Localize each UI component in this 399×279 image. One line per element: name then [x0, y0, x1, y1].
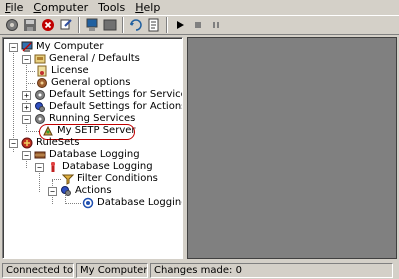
- tree-item-label: Default Settings for Services: [49, 89, 183, 100]
- options-icon: [37, 78, 47, 88]
- toolbar-separator: [166, 17, 168, 33]
- tree-item-filter-conditions[interactable]: Filter Conditions: [62, 173, 158, 185]
- gear-button[interactable]: [3, 17, 20, 34]
- tree-item-ruleset-database-logging[interactable]: − Database Logging: [22, 149, 140, 161]
- tree-item-default-services[interactable]: + Default Settings for Services: [22, 89, 183, 101]
- stop-icon: [194, 22, 201, 28]
- status-bar: Connected to: My Computer Changes made: …: [0, 261, 399, 279]
- tree-item-default-actions[interactable]: + Default Settings for Actions: [22, 101, 183, 113]
- expand-toggle[interactable]: +: [22, 90, 31, 100]
- db-logging-icon: [34, 151, 46, 159]
- tree-item-general-options[interactable]: General options: [36, 77, 130, 89]
- tree-item-action-database-logging[interactable]: Database Logging: [82, 197, 183, 209]
- tools-icon: [60, 19, 72, 30]
- tree-item-general-defaults[interactable]: − General / Defaults: [22, 53, 140, 65]
- save-button[interactable]: [21, 17, 38, 34]
- collapse-toggle[interactable]: −: [9, 138, 18, 148]
- collapse-toggle[interactable]: −: [35, 162, 44, 172]
- window-icon: [103, 19, 116, 31]
- tree-item-label: Actions: [75, 185, 112, 196]
- tree-connector: [65, 203, 81, 204]
- general-icon: [34, 54, 46, 64]
- tree-item-rulesets[interactable]: − RuleSets: [9, 137, 79, 149]
- services-icon: [35, 114, 45, 124]
- rulesets-icon: [21, 137, 33, 149]
- toolbar: [0, 15, 399, 35]
- tree-connector: [26, 83, 35, 84]
- tree-item-label: Database Logging: [62, 161, 153, 172]
- collapse-toggle[interactable]: −: [48, 186, 57, 196]
- computer-button[interactable]: [83, 17, 100, 34]
- collapse-toggle[interactable]: −: [9, 42, 18, 52]
- menu-tools-label: Tools: [98, 0, 126, 14]
- save-icon: [23, 19, 36, 31]
- tree-panel: − My Computer − General / Defaults Licen…: [2, 37, 183, 259]
- tree-item-label: Database Logging: [97, 197, 183, 208]
- menu-computer[interactable]: Computer: [28, 1, 93, 15]
- rule-icon: [51, 162, 55, 172]
- tree-item-license[interactable]: License: [36, 65, 89, 77]
- tree-connector: [26, 71, 35, 72]
- play-button[interactable]: [171, 17, 188, 34]
- filter-icon: [62, 174, 74, 185]
- tree-connector: [26, 131, 39, 132]
- pause-icon: [212, 22, 219, 28]
- tree-item-label: Filter Conditions: [77, 173, 158, 184]
- properties-button[interactable]: [145, 17, 162, 34]
- tree-item-label: General options: [51, 77, 131, 88]
- refresh-button[interactable]: [127, 17, 144, 34]
- tree-item-label: RuleSets: [36, 137, 80, 148]
- toolbar-separator: [122, 17, 124, 33]
- menu-help[interactable]: Help: [130, 1, 165, 15]
- pause-button[interactable]: [207, 17, 224, 34]
- menu-computer-label: Computer: [33, 0, 89, 14]
- status-connected-label: Connected to:: [2, 262, 74, 278]
- gear-icon: [5, 19, 18, 31]
- tree-item-label: My Computer: [36, 41, 104, 52]
- window-button[interactable]: [101, 17, 118, 34]
- menu-help-label: Help: [135, 0, 161, 14]
- collapse-toggle[interactable]: −: [22, 54, 31, 64]
- menu-file[interactable]: File: [0, 1, 28, 15]
- play-icon: [176, 21, 184, 29]
- properties-icon: [148, 18, 158, 32]
- computer-icon: [86, 18, 97, 31]
- expand-toggle[interactable]: +: [22, 102, 31, 112]
- menu-bar: File Computer Tools Help: [0, 0, 399, 15]
- delete-icon: [41, 19, 54, 31]
- tree-connector: [52, 179, 61, 180]
- services-icon: [35, 90, 45, 100]
- license-icon: [37, 65, 47, 77]
- menu-tools[interactable]: Tools: [93, 1, 130, 15]
- actions-icon: [35, 102, 45, 112]
- refresh-icon: [129, 19, 142, 31]
- collapse-toggle[interactable]: −: [22, 114, 31, 124]
- tree-item-label: Default Settings for Actions: [49, 101, 183, 112]
- tree-item-my-computer[interactable]: − My Computer: [9, 41, 103, 53]
- stop-button[interactable]: [189, 17, 206, 34]
- menu-file-label: File: [5, 0, 24, 14]
- status-connected-value: My Computer: [76, 262, 148, 278]
- actions-icon: [61, 186, 71, 196]
- tree-item-actions[interactable]: − Actions: [48, 185, 112, 197]
- tools-button[interactable]: [57, 17, 74, 34]
- collapse-toggle[interactable]: −: [22, 150, 31, 160]
- tree-item-label: License: [51, 65, 89, 76]
- status-changes: Changes made: 0: [150, 262, 393, 278]
- tree-item-label: Database Logging: [49, 149, 140, 160]
- computer-icon: [21, 41, 33, 52]
- delete-button[interactable]: [39, 17, 56, 34]
- detail-panel: [187, 37, 397, 259]
- tree-item-rule-database-logging[interactable]: − Database Logging: [35, 161, 153, 173]
- tree-item-label: General / Defaults: [49, 53, 140, 64]
- action-item-icon: [82, 197, 94, 209]
- toolbar-separator: [78, 17, 80, 33]
